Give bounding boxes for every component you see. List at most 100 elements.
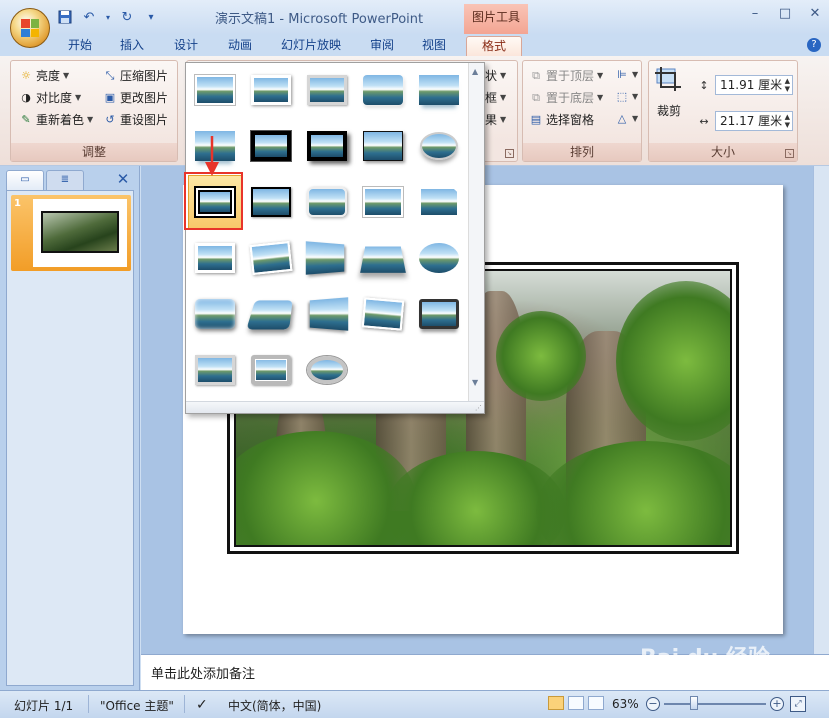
picture-style-option[interactable] [244,175,298,229]
undo-dropdown-icon[interactable]: ▾ [104,8,112,26]
fit-to-window-icon[interactable]: ⤢ [790,696,806,712]
picture-style-option[interactable] [244,287,298,341]
picture-style-option[interactable] [244,231,298,285]
height-input[interactable]: 11.91 厘米 ▲ ▼ [715,75,793,95]
send-to-back-button[interactable]: ⧉ 置于底层 ▼ [529,89,603,106]
maximize-button[interactable]: □ [777,6,793,22]
picture-style-preview [307,131,347,161]
outline-tab[interactable]: ≣ [46,170,84,190]
picture-style-option[interactable] [300,343,354,397]
picture-style-option[interactable] [412,119,466,173]
undo-icon[interactable]: ↶ [80,8,98,26]
picture-style-option[interactable] [412,231,466,285]
spell-check-icon[interactable]: ✓ [196,697,208,713]
reset-picture-button[interactable]: ↺ 重设图片 [103,111,168,128]
group-button[interactable]: ⬚ ▼ [615,89,638,103]
picture-style-option[interactable] [412,287,466,341]
picture-border-button[interactable]: 框 ▼ [485,89,506,106]
picture-style-option[interactable] [412,175,466,229]
zoom-in-icon[interactable]: + [770,697,784,711]
picture-style-preview [361,297,405,331]
tab-review[interactable]: 审阅 [364,36,400,56]
office-button[interactable] [10,8,50,48]
tab-design[interactable]: 设计 [168,36,204,56]
tab-format[interactable]: 格式 [466,36,522,56]
slides-tab[interactable]: ▭ [6,170,44,190]
zoom-slider[interactable] [664,703,766,705]
picture-style-preview [195,75,235,105]
close-button[interactable]: ✕ [807,6,823,22]
normal-view-button[interactable] [548,696,564,710]
picture-style-option[interactable] [356,119,410,173]
tab-animation[interactable]: 动画 [222,36,258,56]
picture-style-option[interactable] [188,231,242,285]
notes-placeholder: 单击此处添加备注 [151,667,256,682]
brightness-button[interactable]: ☼ 亮度 ▼ [19,67,69,84]
picture-effects-button[interactable]: 果 ▼ [485,111,506,128]
slideshow-view-button[interactable] [588,696,604,710]
picture-style-option[interactable] [356,63,410,117]
picture-style-option[interactable] [300,231,354,285]
customize-qat-icon[interactable]: ▾ [142,8,160,26]
vertical-scrollbar[interactable] [813,166,829,654]
recolor-button[interactable]: ✎ 重新着色 ▼ [19,111,93,128]
picture-style-preview [307,356,347,384]
slide-sorter-view-button[interactable] [568,696,584,710]
picture-style-option[interactable] [356,175,410,229]
tab-home[interactable]: 开始 [62,36,98,56]
tab-slideshow[interactable]: 幻灯片放映 [276,36,346,56]
scroll-up-icon[interactable]: ▲ [472,67,478,76]
selection-pane-icon: ▤ [530,113,542,126]
save-icon[interactable] [56,8,74,26]
picture-style-option[interactable] [244,63,298,117]
slides-tab-icon: ▭ [20,174,30,185]
picture-style-option[interactable] [244,119,298,173]
compress-pictures-button[interactable]: ⤡ 压缩图片 [103,67,168,84]
tab-insert[interactable]: 插入 [114,36,150,56]
crop-button[interactable]: 裁剪 [655,67,683,119]
gallery-resize-grip[interactable]: ⋰ [186,401,484,413]
scroll-down-icon[interactable]: ▼ [472,378,478,387]
close-pane-icon[interactable]: ✕ [114,170,132,188]
zoom-out-icon[interactable]: − [646,697,660,711]
size-launcher-icon[interactable]: ↘ [785,149,794,158]
picture-style-preview [363,187,403,217]
redo-icon[interactable]: ↻ [118,8,136,26]
zoom-slider-thumb[interactable] [690,696,699,710]
align-button[interactable]: ⊫ ▼ [615,67,638,81]
help-icon[interactable]: ? [807,38,821,52]
slides-pane: ▭ ≣ ✕ 1 [0,166,140,690]
tab-view[interactable]: 视图 [416,36,452,56]
width-spinner-icon[interactable]: ▲ ▼ [785,113,790,129]
height-spinner-icon[interactable]: ▲ ▼ [785,77,790,93]
selection-pane-button[interactable]: ▤ 选择窗格 [529,111,594,128]
picture-style-option[interactable] [188,63,242,117]
window-controls: – □ ✕ [747,6,823,22]
picture-shape-label: 状 [485,69,498,83]
change-picture-label: 更改图片 [120,91,169,105]
picture-style-option[interactable] [188,343,242,397]
change-picture-button[interactable]: ▣ 更改图片 [103,89,168,106]
gallery-scrollbar[interactable]: ▲ ▼ [468,63,484,403]
picture-style-option[interactable] [356,287,410,341]
picture-shape-button[interactable]: 状 ▼ [485,67,506,84]
picture-style-option[interactable] [300,119,354,173]
slide-thumbnail-selected[interactable]: 1 [11,195,131,271]
picture-style-option[interactable] [188,287,242,341]
picture-style-option[interactable] [412,63,466,117]
bring-to-front-button[interactable]: ⧉ 置于顶层 ▼ [529,67,603,84]
picture-style-preview [360,246,406,273]
picture-style-preview [420,132,458,160]
picture-style-option[interactable] [356,231,410,285]
picture-style-option[interactable] [244,343,298,397]
width-icon: ↔ [699,114,709,128]
picture-style-preview [419,75,459,105]
contrast-button[interactable]: ◑ 对比度 ▼ [19,89,81,106]
minimize-button[interactable]: – [747,6,763,22]
picture-style-option[interactable] [300,63,354,117]
picture-style-option[interactable] [300,175,354,229]
picture-styles-launcher-icon[interactable]: ↘ [505,149,514,158]
picture-style-option[interactable] [300,287,354,341]
width-input[interactable]: 21.17 厘米 ▲ ▼ [715,111,793,131]
rotate-button[interactable]: △ ▼ [615,111,638,125]
